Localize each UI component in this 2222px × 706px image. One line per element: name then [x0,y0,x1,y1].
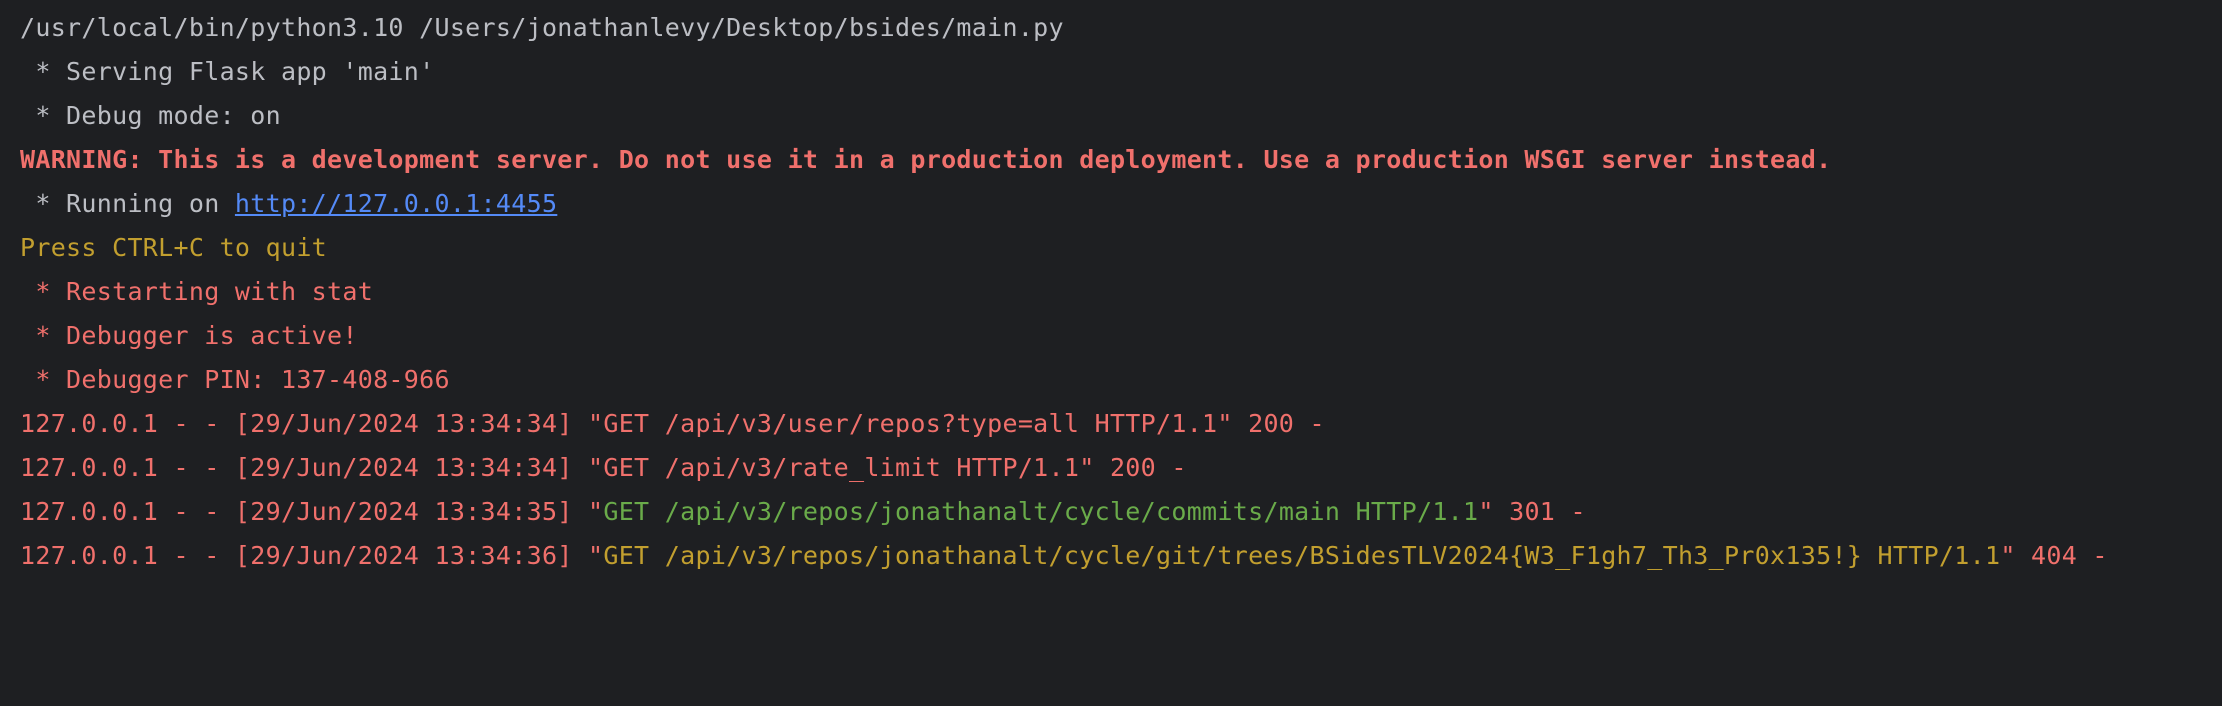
debug-mode-line: * Debug mode: on [20,101,281,130]
request-log-line: 127.0.0.1 - - [29/Jun/2024 13:34:36] "GE… [20,534,2222,578]
request-log-line: 127.0.0.1 - - [29/Jun/2024 13:34:34] "GE… [20,453,1187,482]
request-log-line: 127.0.0.1 - - [29/Jun/2024 13:34:35] "GE… [20,490,2222,534]
debugger-pin-line: * Debugger PIN: 137-408-966 [20,365,450,394]
request-log-redirect: GET /api/v3/repos/jonathanalt/cycle/comm… [603,497,1479,526]
request-log-prefix: 127.0.0.1 - - [29/Jun/2024 13:34:35] " [20,497,604,526]
command-line: /usr/local/bin/python3.10 /Users/jonatha… [20,13,1064,42]
request-log-not-found: GET /api/v3/repos/jonathanalt/cycle/git/… [603,541,2001,570]
server-url-link[interactable]: http://127.0.0.1:4455 [235,189,557,218]
debugger-active-line: * Debugger is active! [20,321,358,350]
restarting-line: * Restarting with stat [20,277,374,306]
quit-hint: Press CTRL+C to quit [20,233,328,262]
request-log-line: 127.0.0.1 - - [29/Jun/2024 13:34:34] "GE… [20,409,1325,438]
request-log-status: " 301 - [1478,497,1586,526]
dev-server-warning: WARNING: This is a development server. D… [20,145,1832,174]
running-on-label: * Running on [20,189,235,218]
run-console-output[interactable]: /usr/local/bin/python3.10 /Users/jonatha… [0,0,2222,706]
serving-app-line: * Serving Flask app 'main' [20,57,435,86]
running-on-line: * Running on http://127.0.0.1:4455 [20,182,2222,226]
request-log-prefix: 127.0.0.1 - - [29/Jun/2024 13:34:36] " [20,541,604,570]
request-log-status: " 404 - [2000,541,2108,570]
